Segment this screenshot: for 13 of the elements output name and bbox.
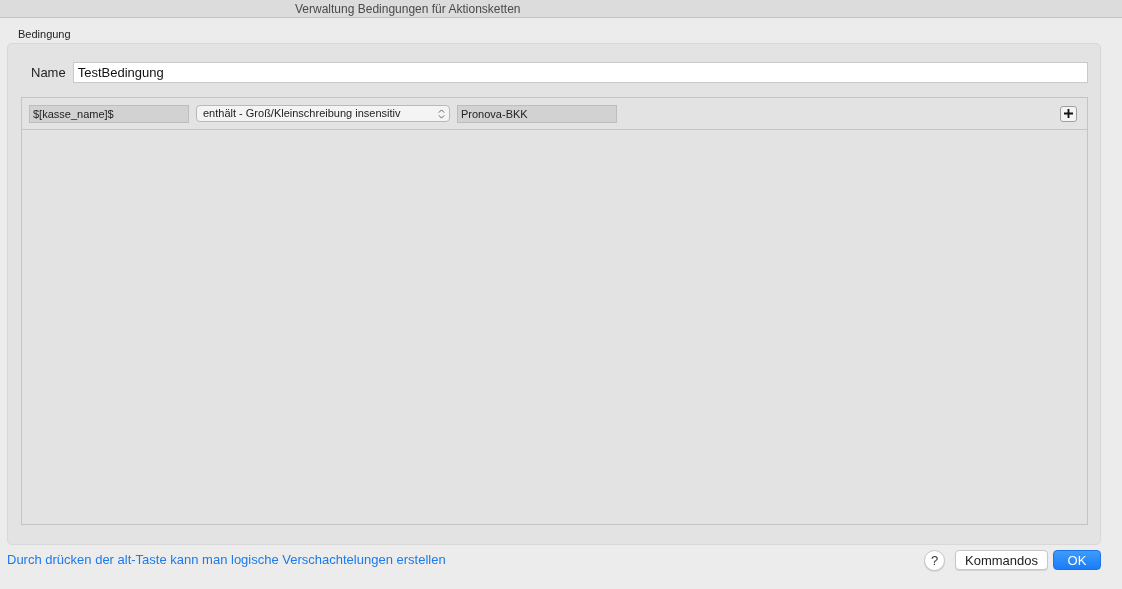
commands-button[interactable]: Kommandos: [955, 550, 1048, 570]
plus-icon: [1064, 109, 1073, 118]
group-label: Bedingung: [18, 28, 71, 41]
add-button[interactable]: [1060, 105, 1077, 122]
field-input[interactable]: $[kasse_name]$: [29, 104, 189, 123]
name-input[interactable]: TestBedingung: [72, 62, 1088, 83]
value-input[interactable]: Pronova-BKK: [457, 104, 617, 123]
up-down-chevron-icon: [438, 108, 445, 119]
window-title: Verwaltung Bedingungen für Aktionsketten: [295, 2, 521, 15]
hint-text: Durch drücken der alt-Taste kann man logische Verschachtelungen erstellen: [7, 551, 446, 570]
name-label: Name: [31, 63, 66, 82]
help-button[interactable]: ?: [924, 549, 945, 571]
operator-dropdown[interactable]: enthält - Groß/Kleinschreibung insensitiv: [196, 105, 450, 122]
